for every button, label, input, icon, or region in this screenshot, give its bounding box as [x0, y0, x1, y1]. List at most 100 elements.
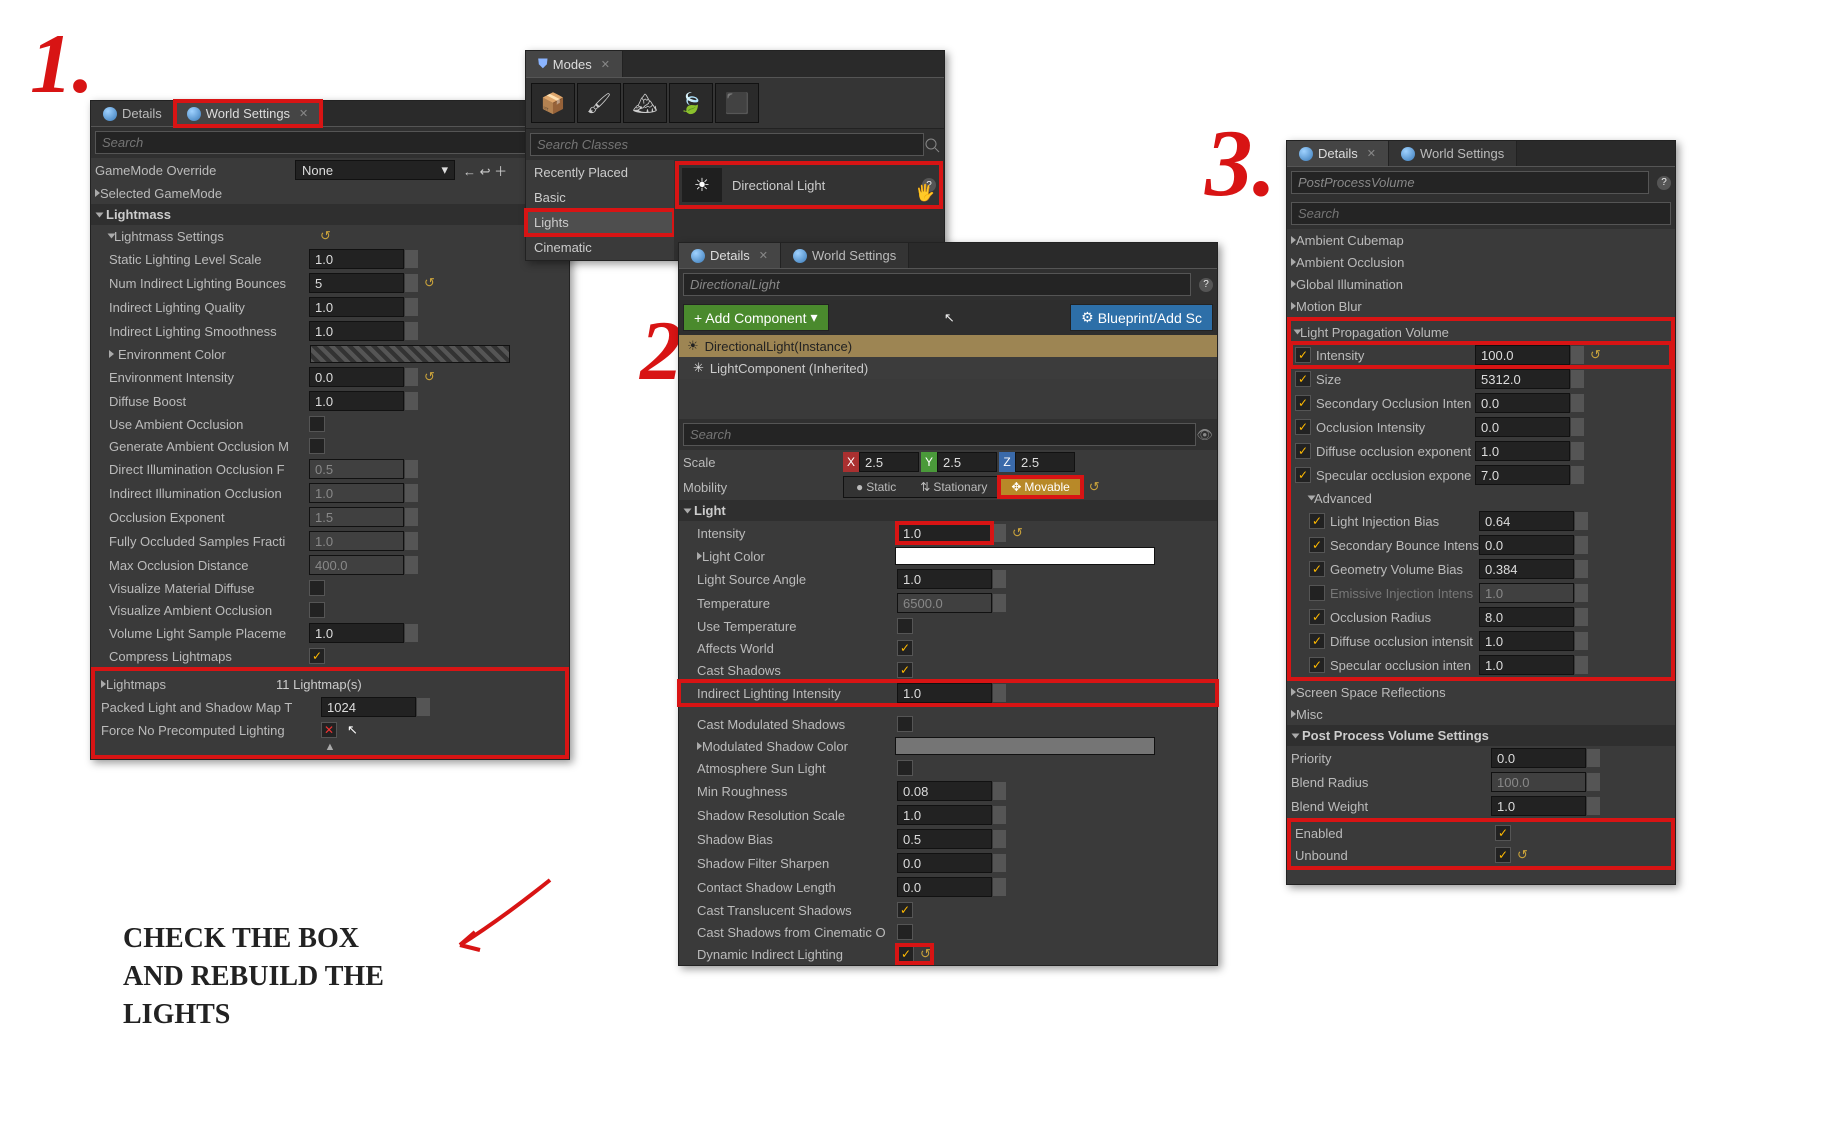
- occlusion-radius-field[interactable]: 8.0: [1479, 607, 1574, 627]
- environment-intensity-field[interactable]: 0.0: [309, 367, 404, 387]
- light-source-angle-field[interactable]: 1.0: [897, 569, 992, 589]
- occl-radius-override-checkbox[interactable]: [1309, 609, 1325, 625]
- spec-occl-int-field[interactable]: 1.0: [1479, 655, 1574, 675]
- spinner[interactable]: [1575, 560, 1588, 578]
- temperature-field[interactable]: 6500.0: [897, 593, 992, 613]
- lpv-intensity-override-checkbox[interactable]: [1295, 347, 1311, 363]
- landscape-mode-icon[interactable]: 🏔: [623, 83, 667, 123]
- spinner[interactable]: [1571, 442, 1584, 460]
- indirect-smoothness-field[interactable]: 1.0: [309, 321, 404, 341]
- tab-details[interactable]: Details✕: [1287, 141, 1389, 166]
- section-motion-blur[interactable]: Motion Blur: [1296, 299, 1496, 314]
- direct-illum-occl-field[interactable]: 0.5: [309, 459, 404, 479]
- mobility-static[interactable]: ● Static: [844, 477, 908, 497]
- paint-mode-icon[interactable]: 🖌: [577, 83, 621, 123]
- prop-label[interactable]: Light Color: [702, 549, 895, 564]
- prop-label[interactable]: Modulated Shadow Color: [702, 739, 895, 754]
- lightmass-settings-label[interactable]: Lightmass Settings: [114, 229, 314, 244]
- info-icon[interactable]: ?: [1657, 176, 1671, 190]
- enabled-checkbox[interactable]: [1495, 825, 1511, 841]
- reset-icon[interactable]: ↺: [1012, 525, 1023, 541]
- shadow-resolution-field[interactable]: 1.0: [897, 805, 992, 825]
- emissive-inj-override-checkbox[interactable]: [1309, 585, 1325, 601]
- unbound-checkbox[interactable]: [1495, 847, 1511, 863]
- spinner[interactable]: [405, 460, 418, 478]
- spinner[interactable]: [1571, 394, 1584, 412]
- diffuse-boost-field[interactable]: 1.0: [309, 391, 404, 411]
- cast-shadows-checkbox[interactable]: [897, 662, 913, 678]
- indirect-illum-occl-field[interactable]: 1.0: [309, 483, 404, 503]
- spinner[interactable]: [993, 684, 1006, 702]
- spinner[interactable]: [405, 532, 418, 550]
- lpv-intensity-field[interactable]: 100.0: [1475, 345, 1570, 365]
- spinner[interactable]: [1587, 773, 1600, 791]
- search-classes-input[interactable]: [530, 133, 924, 156]
- scale-y-field[interactable]: 2.5: [937, 452, 997, 472]
- light-component-label[interactable]: LightComponent (Inherited): [710, 361, 868, 376]
- spinner[interactable]: [405, 322, 418, 340]
- section-ssr[interactable]: Screen Space Reflections: [1296, 685, 1496, 700]
- cat-basic[interactable]: Basic: [526, 185, 674, 210]
- blend-radius-field[interactable]: 100.0: [1491, 772, 1586, 792]
- actor-name-field[interactable]: [683, 273, 1191, 296]
- cat-recently-placed[interactable]: Recently Placed: [526, 160, 674, 185]
- spinner[interactable]: [1571, 418, 1584, 436]
- section-ambient-occlusion[interactable]: Ambient Occlusion: [1296, 255, 1496, 270]
- cat-cinematic[interactable]: Cinematic: [526, 235, 674, 260]
- secondary-bounce-field[interactable]: 0.0: [1479, 535, 1574, 555]
- environment-color-swatch[interactable]: [310, 345, 510, 363]
- spec-occl-exp-field[interactable]: 7.0: [1475, 465, 1570, 485]
- tab-world-settings[interactable]: World Settings: [781, 243, 909, 268]
- spinner[interactable]: [405, 368, 418, 386]
- section-global-illum[interactable]: Global Illumination: [1296, 277, 1496, 292]
- spinner[interactable]: [993, 806, 1006, 824]
- diff-occl-int-override-checkbox[interactable]: [1309, 633, 1325, 649]
- mobility-selector[interactable]: ● Static ⇅ Stationary ✥ Movable: [843, 476, 1083, 498]
- emissive-injection-field[interactable]: 1.0: [1479, 583, 1574, 603]
- eye-icon[interactable]: 👁: [1196, 427, 1213, 443]
- sec-bounce-override-checkbox[interactable]: [1309, 537, 1325, 553]
- light-injection-bias-field[interactable]: 0.64: [1479, 511, 1574, 531]
- light-color-swatch[interactable]: [895, 547, 1155, 565]
- add-component-button[interactable]: + Add Component▾: [683, 304, 829, 331]
- cast-translucent-checkbox[interactable]: [897, 902, 913, 918]
- packed-lm-size-field[interactable]: 1024: [321, 697, 416, 717]
- instance-row[interactable]: ☀DirectionalLight(Instance): [679, 335, 1217, 357]
- num-indirect-bounces-field[interactable]: 5: [309, 273, 404, 293]
- search-input[interactable]: [683, 423, 1196, 446]
- lpv-occl-int-override-checkbox[interactable]: [1295, 419, 1311, 435]
- reset-icon[interactable]: ↺: [424, 369, 435, 385]
- spinner[interactable]: [1571, 466, 1584, 484]
- scale-x-field[interactable]: 2.5: [859, 452, 919, 472]
- close-icon[interactable]: ✕: [759, 249, 768, 262]
- spinner[interactable]: [993, 570, 1006, 588]
- mobility-stationary[interactable]: ⇅ Stationary: [908, 477, 999, 497]
- spinner[interactable]: [993, 854, 1006, 872]
- scale-z-field[interactable]: 2.5: [1015, 452, 1075, 472]
- indirect-lighting-intensity-field[interactable]: 1.0: [897, 683, 992, 703]
- lpv-sec-occl-override-checkbox[interactable]: [1295, 395, 1311, 411]
- reset-icon[interactable]: ↺: [920, 946, 931, 962]
- spinner[interactable]: [1575, 632, 1588, 650]
- modulated-shadow-color-swatch[interactable]: [895, 737, 1155, 755]
- spec-occl-int-override-checkbox[interactable]: [1309, 657, 1325, 673]
- mobility-movable[interactable]: ✥ Movable: [999, 477, 1081, 497]
- spinner[interactable]: [1575, 512, 1588, 530]
- spinner[interactable]: [993, 782, 1006, 800]
- spinner[interactable]: [405, 556, 418, 574]
- section-light[interactable]: Light: [679, 500, 1217, 521]
- tab-modes[interactable]: ⛊Modes✕: [526, 51, 623, 77]
- foliage-mode-icon[interactable]: 🍃: [669, 83, 713, 123]
- geometry-volume-bias-field[interactable]: 0.384: [1479, 559, 1574, 579]
- spinner[interactable]: [417, 698, 430, 716]
- compress-lightmaps-checkbox[interactable]: [309, 648, 325, 664]
- indirect-quality-field[interactable]: 1.0: [309, 297, 404, 317]
- viz-material-diffuse-checkbox[interactable]: [309, 580, 325, 596]
- tab-world-settings[interactable]: World Settings✕: [175, 101, 322, 126]
- occlusion-intensity-field[interactable]: 0.0: [1475, 417, 1570, 437]
- shadow-filter-field[interactable]: 0.0: [897, 853, 992, 873]
- lpv-spec-exp-override-checkbox[interactable]: [1295, 467, 1311, 483]
- lpv-diff-exp-override-checkbox[interactable]: [1295, 443, 1311, 459]
- section-advanced[interactable]: Advanced: [1314, 491, 1514, 506]
- info-icon[interactable]: ?: [1199, 278, 1213, 292]
